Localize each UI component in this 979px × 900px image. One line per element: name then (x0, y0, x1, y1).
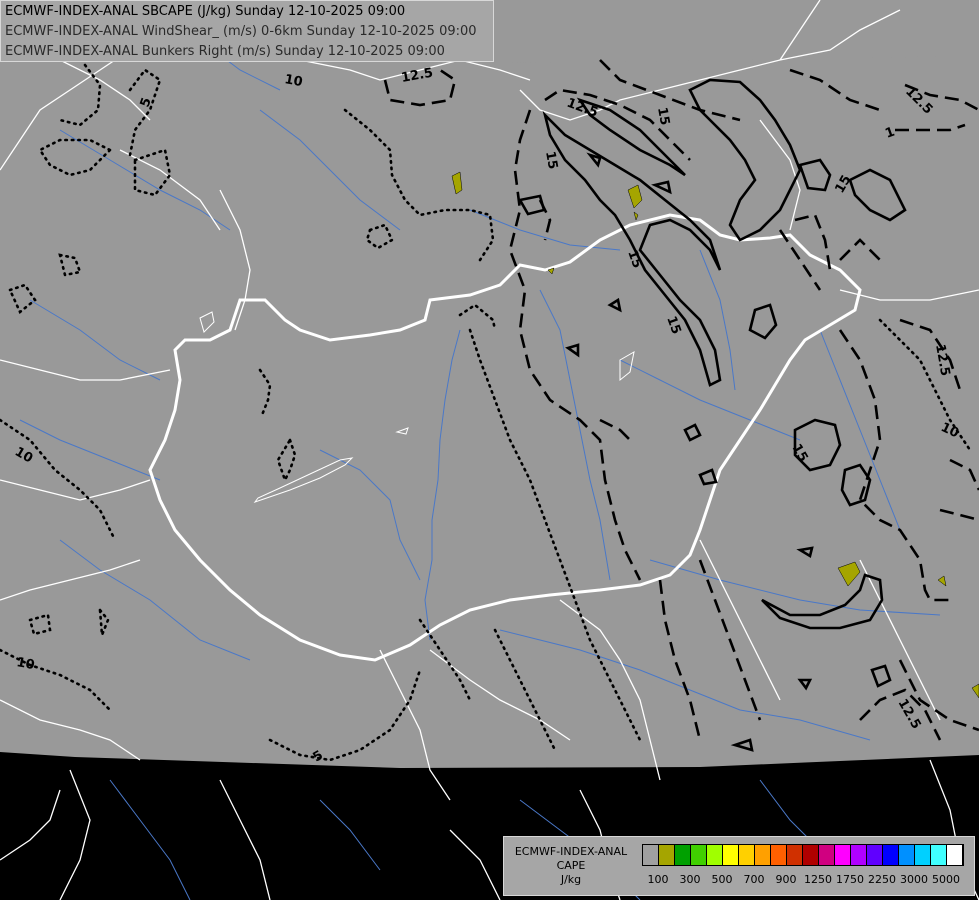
legend-tick-label: 300 (679, 873, 701, 886)
legend-tick-label: 1750 (836, 873, 864, 886)
legend-unit: J/kg (560, 873, 582, 886)
legend-swatch (867, 845, 883, 865)
legend-swatch (915, 845, 931, 865)
legend-swatch (883, 845, 899, 865)
legend-title: ECMWF-INDEX-ANAL CAPE J/kg (508, 845, 634, 887)
solid-contour-label: 15 (654, 106, 672, 126)
legend-swatch (803, 845, 819, 865)
legend-tick-label: 900 (775, 873, 797, 886)
legend-source: ECMWF-INDEX-ANAL (514, 845, 628, 858)
legend-tick-label: 700 (743, 873, 765, 886)
legend-swatch (819, 845, 835, 865)
map-title-box: ECMWF-INDEX-ANAL SBCAPE (J/kg) Sunday 12… (0, 0, 494, 62)
legend-swatch (707, 845, 723, 865)
legend-swatch (899, 845, 915, 865)
legend-tick-label: 1250 (804, 873, 832, 886)
legend-tick-label: 5000 (932, 873, 960, 886)
legend-tick-label: 500 (711, 873, 733, 886)
legend-swatch (931, 845, 947, 865)
legend-swatch (851, 845, 867, 865)
legend-swatch (787, 845, 803, 865)
map-title-cape: ECMWF-INDEX-ANAL SBCAPE (J/kg) Sunday 12… (5, 4, 406, 19)
legend-tick-label: 3000 (900, 873, 928, 886)
solid-contour-label: 15 (542, 150, 560, 170)
dotted-contour-label: 10 (15, 655, 35, 673)
legend-swatch (675, 845, 691, 865)
legend-tick-label: 2250 (868, 873, 896, 886)
weather-map: 5 10 10 10 5 12.5 12.5 12.5 12.5 12.5 10… (0, 0, 979, 900)
legend-variable: CAPE (556, 859, 586, 872)
legend-swatch (947, 845, 963, 865)
dotted-contour-label: 10 (283, 72, 303, 90)
legend-swatch (643, 845, 659, 865)
map-title-windshear: ECMWF-INDEX-ANAL WindShear_ (m/s) 0-6km … (5, 24, 477, 39)
map-title-bunkers: ECMWF-INDEX-ANAL Bunkers Right (m/s) Sun… (5, 44, 445, 59)
legend-swatch (771, 845, 787, 865)
cape-legend: ECMWF-INDEX-ANAL CAPE J/kg 100 300 500 700 9… (503, 836, 975, 896)
legend-tick-label: 100 (647, 873, 669, 886)
legend-tick-labels: 100 300 500 700 900 1250 1750 2250 3000 5000 (642, 873, 972, 887)
legend-color-scale (642, 844, 964, 866)
legend-swatch (659, 845, 675, 865)
legend-swatch (755, 845, 771, 865)
legend-swatch (723, 845, 739, 865)
legend-swatch (691, 845, 707, 865)
legend-swatch (739, 845, 755, 865)
legend-swatch (835, 845, 851, 865)
